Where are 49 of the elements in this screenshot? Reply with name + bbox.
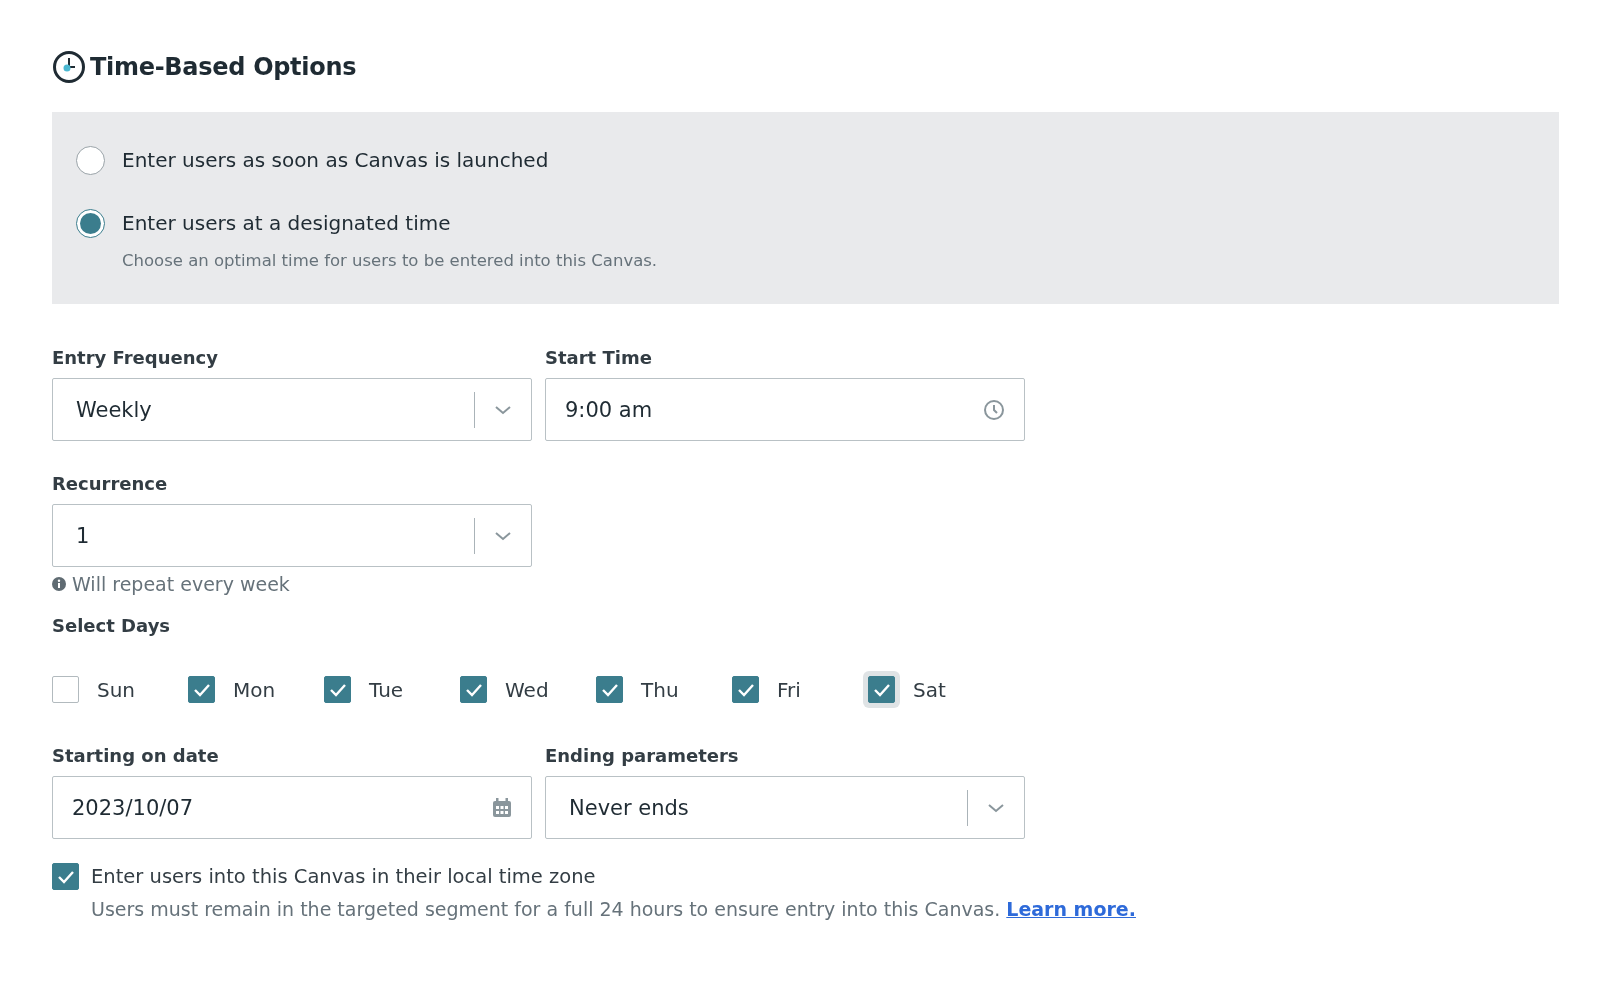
field-label: Start Time <box>545 347 653 368</box>
checkmark-icon <box>464 682 483 697</box>
hint-text: Will repeat every week <box>72 573 290 595</box>
day-label: Mon <box>233 677 276 702</box>
checkbox[interactable] <box>324 676 351 703</box>
checkbox[interactable] <box>732 676 759 703</box>
day-label: Sat <box>913 677 946 702</box>
checkbox[interactable] <box>52 676 79 703</box>
field-label: Entry Frequency <box>52 347 219 368</box>
time-field[interactable]: 9:00 am <box>545 378 1025 441</box>
day-label: Tue <box>369 677 404 702</box>
checkbox[interactable] <box>52 863 79 890</box>
checkbox[interactable] <box>460 676 487 703</box>
radio-button[interactable] <box>76 209 105 238</box>
checkbox[interactable] <box>596 676 623 703</box>
recurrence-dropdown[interactable]: 1 <box>52 504 532 567</box>
day-label: Wed <box>505 677 549 702</box>
day-label: Fri <box>777 677 801 702</box>
checkmark-icon <box>600 682 619 697</box>
day-label: Thu <box>641 677 679 702</box>
date-field[interactable]: 2023/10/07 <box>52 776 532 839</box>
field-label: Recurrence <box>52 473 169 494</box>
field-label: Starting on date <box>52 745 220 766</box>
section-title: Time-Based Options <box>90 53 357 81</box>
day-label: Sun <box>97 677 136 702</box>
chevron-down-icon <box>987 802 1005 813</box>
chevron-down-icon <box>494 404 512 415</box>
calendar-icon <box>492 797 512 818</box>
option-description: Choose an optimal time for users to be entered into this Canvas. <box>122 251 658 270</box>
option-label: Enter users at a designated time <box>122 211 452 235</box>
field-label: Select Days <box>52 615 172 636</box>
info-icon <box>52 577 66 591</box>
checkbox[interactable] <box>188 676 215 703</box>
checkbox-label: Enter users into this Canvas in their local time zone <box>91 865 597 888</box>
checkmark-icon <box>736 682 755 697</box>
radio-button[interactable] <box>76 146 105 175</box>
chevron-down-icon <box>494 530 512 541</box>
clock-icon <box>983 398 1005 421</box>
clock-icon <box>52 50 86 84</box>
checkmark-icon <box>872 682 891 697</box>
checkmark-icon <box>56 869 75 884</box>
option-label: Enter users as soon as Canvas is launched <box>122 148 549 172</box>
checkmark-icon <box>192 682 211 697</box>
frequency-dropdown[interactable]: Weekly <box>52 378 532 441</box>
checkmark-icon <box>328 682 347 697</box>
learn-more-link[interactable]: Learn more. <box>1006 898 1136 920</box>
helper-text: Users must remain in the targeted segment for a full 24 hours to ensure entry into this Canvas. Learn more. <box>91 898 1136 920</box>
ending-dropdown[interactable]: Never ends <box>545 776 1025 839</box>
field-label: Ending parameters <box>545 745 740 766</box>
